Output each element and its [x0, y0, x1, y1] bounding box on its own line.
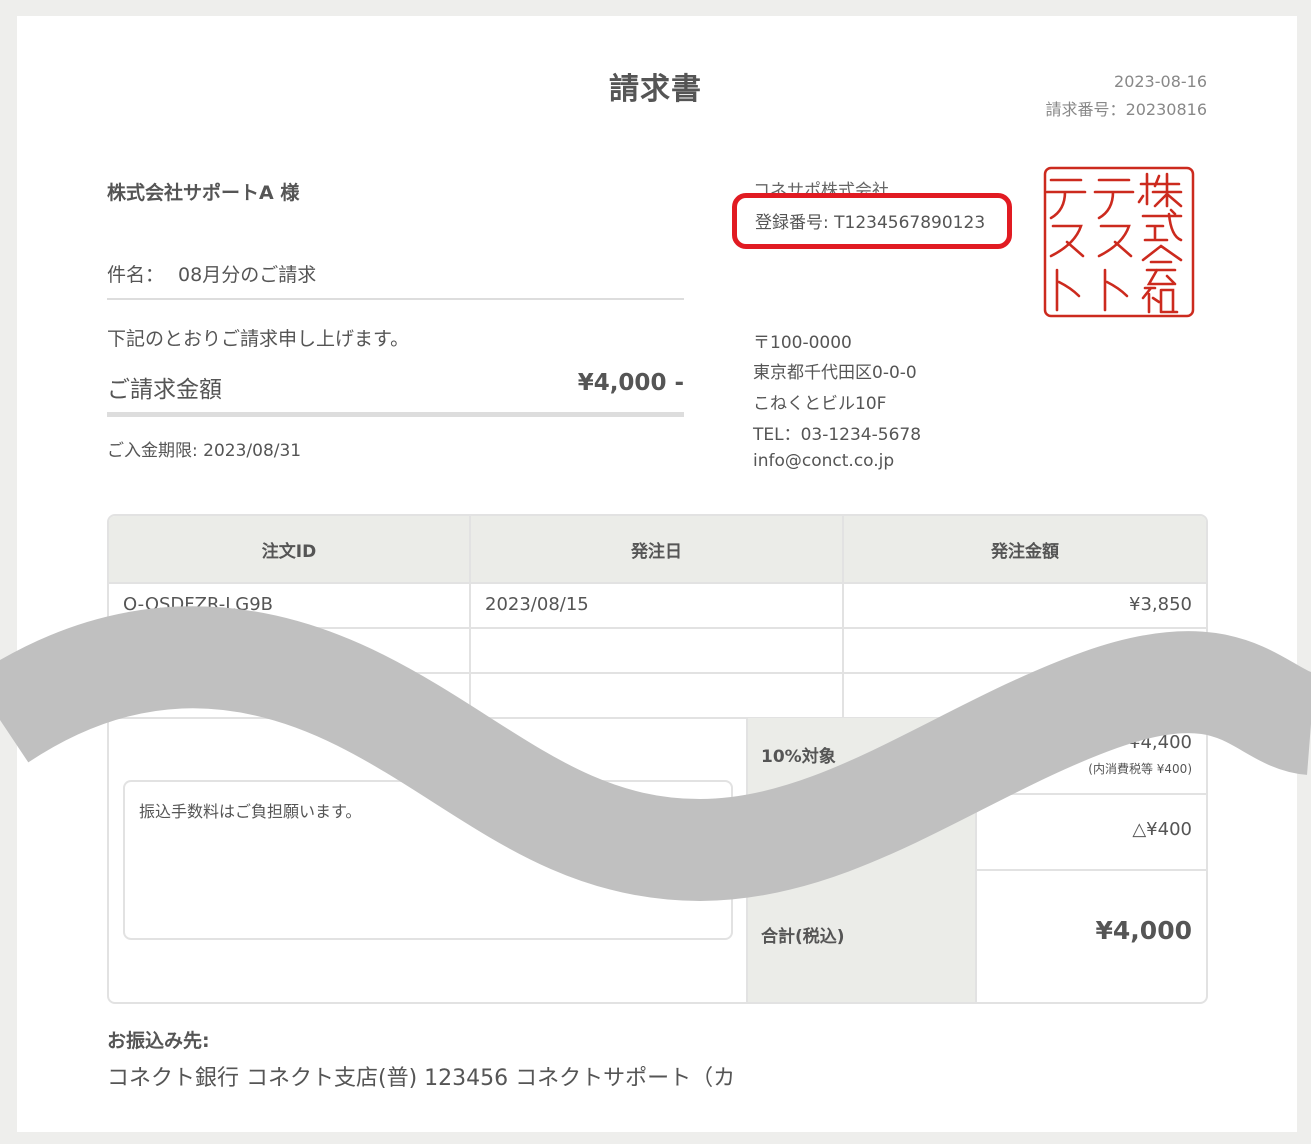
wave-overlay: [0, 606, 1311, 902]
